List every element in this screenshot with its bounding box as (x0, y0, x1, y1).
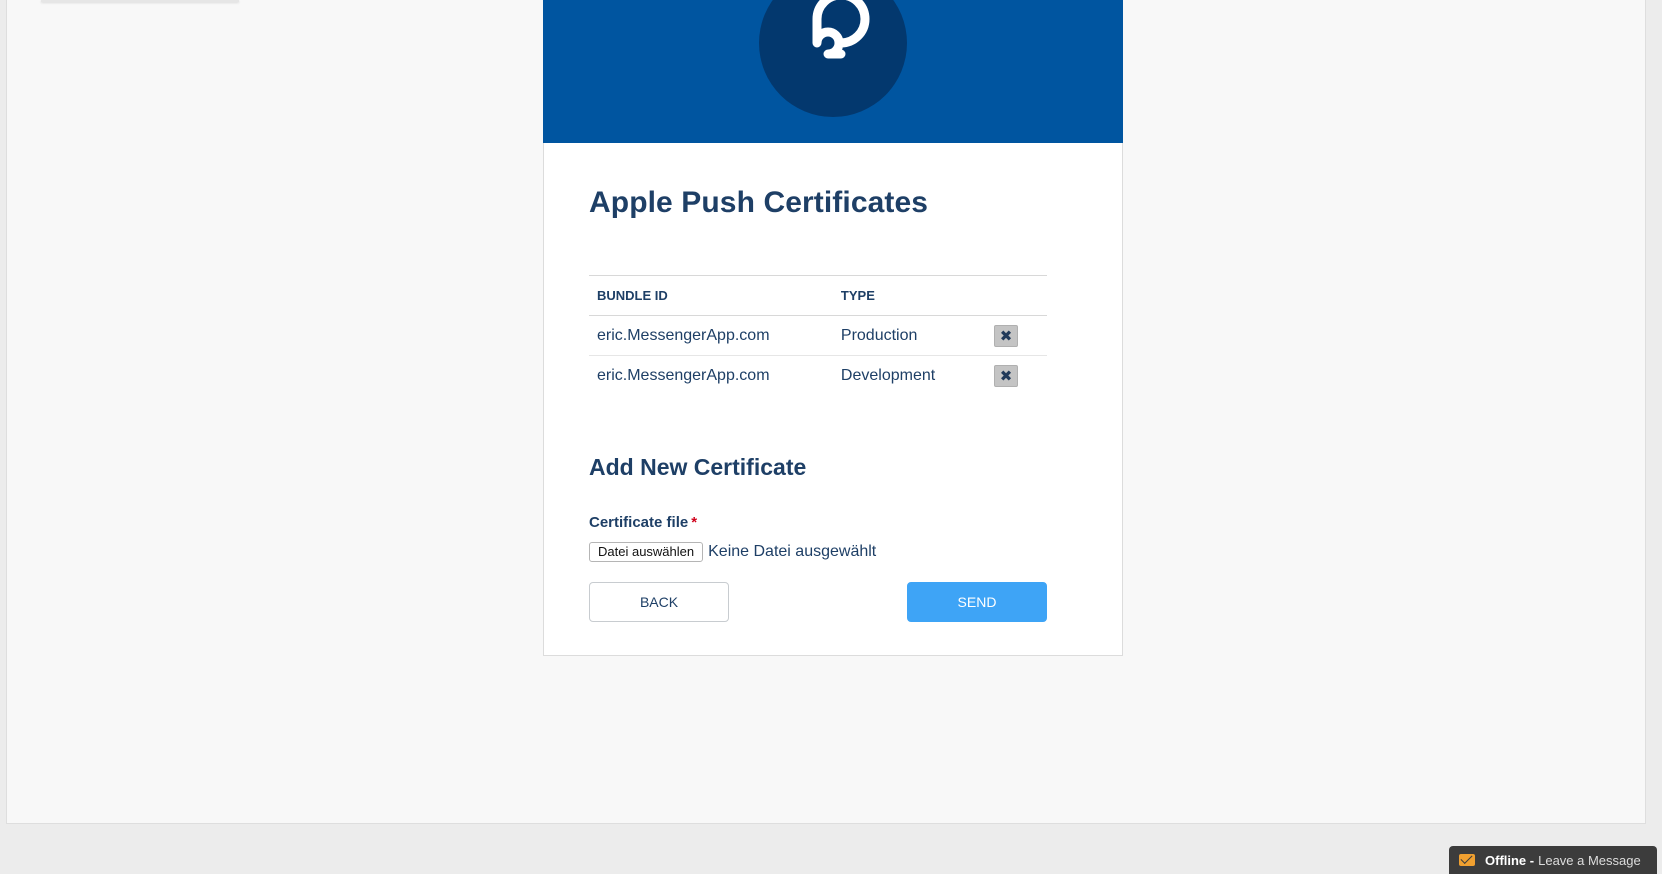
back-button[interactable]: BACK (589, 582, 729, 622)
required-marker: * (691, 514, 698, 531)
mail-icon (1459, 854, 1475, 866)
page-title: Apple Push Certificates (589, 186, 929, 219)
parse-logo-icon (759, 0, 907, 117)
certificates-table: BUNDLE ID TYPE eric.MessengerApp.com Pro… (589, 275, 1047, 395)
table-row: eric.MessengerApp.com Production ✖ (589, 315, 1047, 356)
table-header-row: BUNDLE ID TYPE (589, 275, 1047, 316)
certificates-card: Apple Push Certificates BUNDLE ID TYPE e… (543, 0, 1123, 656)
delete-certificate-button[interactable]: ✖ (994, 364, 1019, 387)
file-input: Datei auswählen Keine Datei ausgewählt (589, 540, 876, 564)
delete-cell: ✖ (980, 315, 1047, 356)
chat-widget[interactable]: Offline - Leave a Message (1449, 846, 1657, 874)
choose-file-button[interactable]: Datei auswählen (589, 542, 704, 562)
page-frame: Apple Push Certificates BUNDLE ID TYPE e… (6, 0, 1646, 824)
certificate-file-label-text: Certificate file (589, 514, 689, 531)
card-header (543, 0, 1123, 143)
top-left-panel-edge (41, 0, 239, 2)
bundle-id-cell: eric.MessengerApp.com (589, 315, 833, 356)
add-certificate-heading: Add New Certificate (589, 454, 807, 480)
close-icon: ✖ (999, 367, 1013, 385)
send-button[interactable]: SEND (907, 582, 1047, 622)
chat-status: Offline - (1485, 852, 1535, 868)
delete-certificate-button[interactable]: ✖ (994, 324, 1019, 347)
column-header-bundle-id: BUNDLE ID (589, 275, 833, 316)
type-cell: Production (832, 315, 981, 356)
delete-cell: ✖ (980, 356, 1047, 396)
close-icon: ✖ (999, 327, 1013, 345)
bundle-id-cell: eric.MessengerApp.com (597, 366, 770, 384)
file-status-text: Keine Datei ausgewählt (708, 543, 877, 560)
column-header-type: TYPE (832, 275, 981, 316)
table-row: eric.MessengerApp.com Development ✖ (589, 356, 1047, 396)
chat-message-link: Leave a Message (1538, 852, 1641, 868)
certificate-file-label: Certificate file * (589, 514, 697, 531)
type-cell: Development (840, 366, 936, 384)
column-header-actions (980, 275, 1047, 316)
